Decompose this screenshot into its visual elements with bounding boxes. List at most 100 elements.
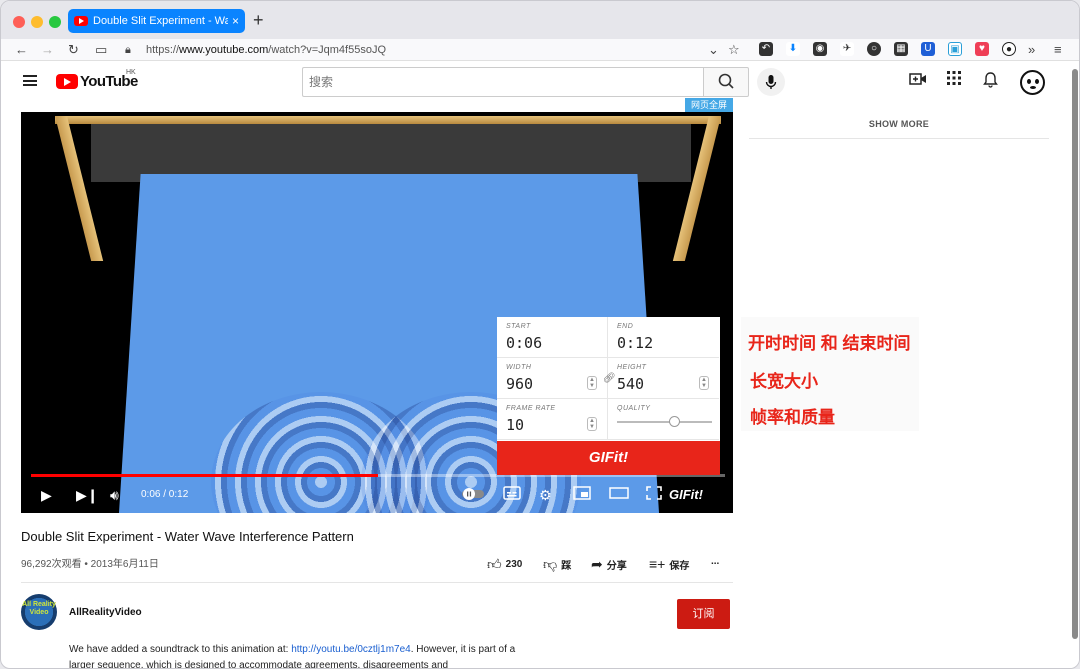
more-actions-button[interactable]: ... (711, 556, 719, 567)
autoplay-toggle[interactable] (461, 487, 485, 505)
scrollbar-thumb[interactable] (1072, 69, 1078, 639)
browser-tab-active[interactable]: Double Slit Experiment - Water W × (68, 9, 245, 33)
camera-icon[interactable]: ◉ (813, 42, 827, 56)
url-host: www.youtube.com (179, 44, 269, 56)
lock-icon[interactable]: 🔒︎ (125, 41, 131, 59)
rocket-icon[interactable]: ✈ (840, 42, 854, 56)
like-button[interactable]: 👍︎ 230 (487, 556, 522, 573)
youtube-header: YouTube HK 搜索 (1, 61, 1069, 103)
apps-grid-icon[interactable] (947, 71, 961, 89)
notifications-bell-icon[interactable] (983, 71, 998, 92)
more-label: ... (711, 556, 720, 567)
framerate-value[interactable]: 10 (506, 416, 524, 434)
gifit-create-button[interactable]: GIFit! (497, 441, 720, 475)
video-progress-fill (31, 474, 378, 477)
thumbs-down-icon: 👎︎ (543, 556, 558, 572)
next-video-icon[interactable]: ▶❙ (76, 486, 99, 504)
fullscreen-icon[interactable] (646, 486, 662, 504)
quality-slider-knob[interactable] (669, 416, 680, 427)
circle-extension-icon[interactable]: ○ (867, 42, 881, 56)
youtube-logo[interactable]: YouTube HK (56, 69, 138, 90)
tank-back-wall (91, 122, 691, 182)
voice-search-button[interactable] (757, 68, 785, 96)
sidebar-toggle-icon[interactable]: ▭ (95, 41, 107, 59)
channel-name[interactable]: AllRealityVideo (69, 607, 142, 618)
width-stepper-icon[interactable]: ▲ ▼ (587, 376, 597, 390)
browser-window: Double Slit Experiment - Water W × + ← →… (0, 0, 1080, 669)
zoom-window-button[interactable] (49, 16, 61, 28)
gifit-height-field[interactable]: HEIGHT 540 ▲ ▼ (608, 358, 719, 399)
show-more-button[interactable]: SHOW MORE (749, 119, 1049, 129)
chevron-down-icon[interactable]: ⌄ (708, 41, 719, 59)
save-button[interactable]: ≡+ 保存 (649, 556, 689, 572)
bookmark-star-icon[interactable]: ☆ (728, 41, 740, 59)
width-value[interactable]: 960 (506, 375, 533, 393)
width-label: WIDTH (506, 364, 532, 371)
annotation-framerate-quality: 帧率和质量 (750, 408, 835, 427)
framerate-stepper-icon[interactable]: ▲ ▼ (587, 417, 597, 431)
dislike-button[interactable]: 👎︎ 踩 (543, 556, 571, 573)
theater-mode-icon[interactable] (609, 486, 629, 504)
microphone-icon (765, 75, 777, 89)
container-icon[interactable]: ▦ (894, 42, 908, 56)
save-disk-icon[interactable]: ▣ (948, 42, 962, 56)
user-avatar-panda[interactable] (1020, 70, 1045, 95)
reload-icon[interactable]: ↻ (68, 41, 79, 59)
gifit-width-field[interactable]: WIDTH 960 ▲ ▼ (497, 358, 608, 399)
new-tab-button[interactable]: + (253, 10, 264, 31)
forward-arrow-icon[interactable]: → (41, 41, 54, 59)
description-link[interactable]: http://youtu.be/0cztlj1m7e4 (291, 644, 411, 655)
height-label: HEIGHT (617, 364, 647, 371)
search-button[interactable] (703, 67, 749, 97)
url-scheme: https:// (146, 44, 180, 56)
height-value[interactable]: 540 (617, 375, 644, 393)
play-icon[interactable]: ▶ (41, 486, 52, 504)
share-arrow-icon: ➦ (591, 556, 603, 572)
address-bar[interactable]: https://www.youtube.com/watch?v=Jqm4f55s… (146, 41, 386, 59)
gifit-quality-field[interactable]: QUALITY (608, 399, 719, 440)
annotation-size: 长宽大小 (750, 372, 818, 391)
gifit-start-field[interactable]: START 0:06 (497, 317, 608, 358)
playlist-add-icon: ≡+ (649, 556, 666, 572)
close-window-button[interactable] (13, 16, 25, 28)
create-video-icon[interactable] (909, 71, 927, 91)
extension-cursor-icon[interactable]: ↶ (759, 42, 773, 56)
menu-icon[interactable]: ≡ (1054, 41, 1062, 59)
quality-slider[interactable] (617, 416, 712, 427)
gifit-panel: START 0:06 END 0:12 WIDTH 960 ▲ ▼ HEIGHT … (497, 317, 720, 475)
web-fullscreen-tag[interactable]: 网页全屏 (685, 98, 733, 112)
end-value[interactable]: 0:12 (617, 334, 653, 352)
start-value[interactable]: 0:06 (506, 334, 542, 352)
gifit-player-logo[interactable]: GIFit! (669, 486, 703, 504)
time-display: 0:06 / 0:12 (141, 489, 189, 500)
height-stepper-icon[interactable]: ▲ ▼ (699, 376, 709, 390)
subtitles-icon[interactable] (503, 486, 521, 504)
settings-gear-icon[interactable]: ⚙ (539, 486, 552, 504)
page-scrollbar[interactable] (1069, 61, 1079, 668)
video-views-date: 96,292次观看 • 2013年6月11日 (21, 559, 159, 570)
bitwarden-shield-icon[interactable]: U (921, 42, 935, 56)
search-input[interactable]: 搜索 (302, 67, 703, 97)
overflow-chevrons-icon[interactable]: » (1028, 41, 1035, 59)
search-icon (718, 73, 734, 89)
tank-frame-top (55, 116, 721, 124)
minimize-window-button[interactable] (31, 16, 43, 28)
back-arrow-icon[interactable]: ← (15, 41, 28, 59)
panda-extension-icon[interactable]: ● (1002, 42, 1016, 56)
youtube-play-logo-icon (56, 74, 78, 89)
link-aspect-icon[interactable]: 🔗︎ (603, 373, 616, 384)
volume-icon[interactable]: 🔊︎ (110, 486, 119, 504)
hamburger-menu-icon[interactable] (23, 75, 37, 86)
tab-close-icon[interactable]: × (232, 14, 239, 28)
share-button[interactable]: ➦ 分享 (591, 556, 627, 573)
download-icon[interactable]: ⬇ (786, 42, 800, 56)
tab-bar: Double Slit Experiment - Water W × + (1, 1, 1079, 39)
gifit-framerate-field[interactable]: FRAME RATE 10 ▲ ▼ (497, 399, 608, 440)
channel-avatar[interactable]: All Reality Video (21, 594, 57, 630)
annotation-start-end: 开时时间 和 结束时间 (748, 334, 911, 353)
subscribe-button[interactable]: 订阅 (677, 599, 730, 629)
like-count: 230 (505, 559, 523, 570)
pocket-icon[interactable]: ♥ (975, 42, 989, 56)
miniplayer-icon[interactable] (573, 486, 591, 504)
gifit-end-field[interactable]: END 0:12 (608, 317, 719, 358)
